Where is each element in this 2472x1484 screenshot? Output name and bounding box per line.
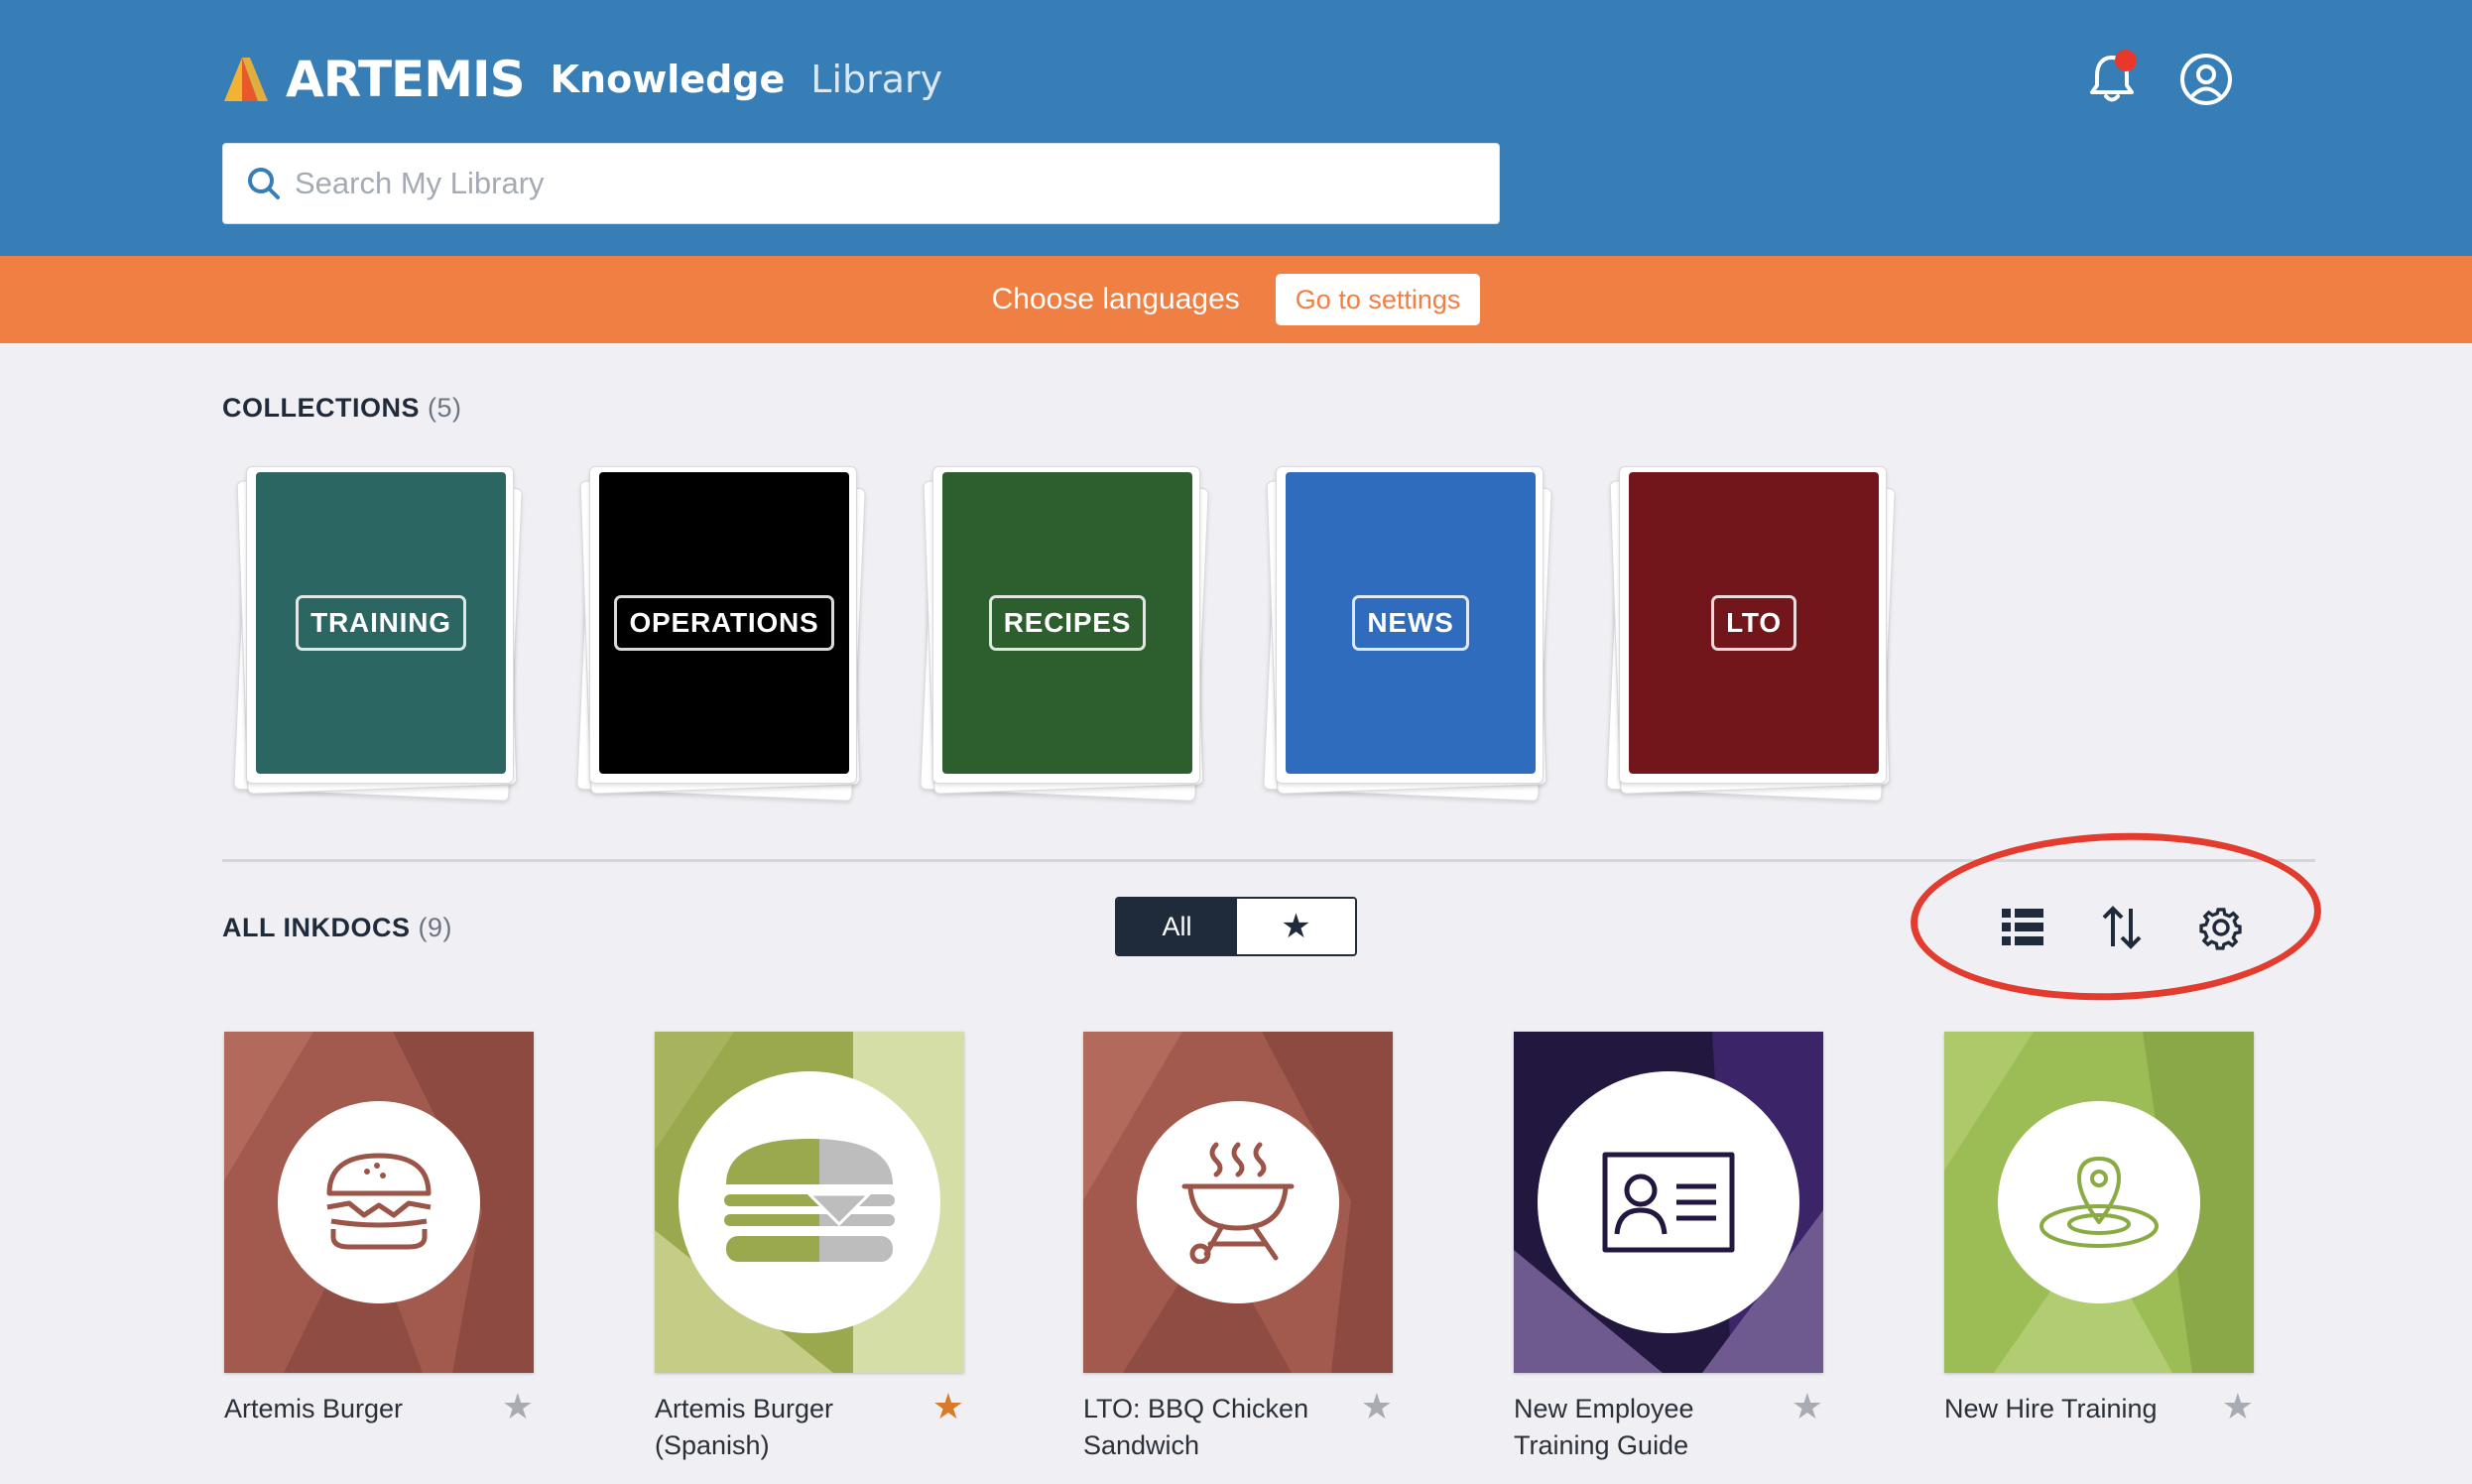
inkdocs-heading: ALL INKDOCS (9) — [222, 913, 452, 943]
app-subtitle: Library — [810, 58, 943, 101]
go-to-settings-button[interactable]: Go to settings — [1275, 274, 1481, 325]
collection-cover: TRAINING — [256, 472, 506, 774]
collection-card-lto[interactable]: LTO — [1601, 462, 1899, 802]
notification-badge — [2115, 50, 2137, 71]
collection-cover: NEWS — [1286, 472, 1536, 774]
collections-heading-label: COLLECTIONS — [222, 393, 420, 423]
location-pin-icon — [2039, 1157, 2159, 1248]
favorite-star-icon[interactable]: ★ — [2222, 1389, 2254, 1424]
highlight-annotation-ellipse — [1908, 825, 2324, 1008]
icon-circle — [679, 1071, 940, 1333]
collections-count: (5) — [428, 393, 462, 423]
star-icon: ★ — [1281, 908, 1311, 945]
inkdocs-count: (9) — [418, 913, 453, 942]
banner-text: Choose languages — [991, 283, 1240, 315]
inkdoc-thumbnail — [1083, 1032, 1393, 1373]
collection-label: OPERATIONS — [614, 595, 834, 651]
logo[interactable]: ARTEMIS Knowledge Library — [220, 51, 943, 108]
burger-icon — [724, 1139, 895, 1262]
collection-label: TRAINING — [296, 595, 466, 651]
collection-card-operations[interactable]: OPERATIONS — [571, 462, 869, 802]
app-name: Knowledge — [550, 58, 786, 101]
inkdoc-thumbnail — [1514, 1032, 1823, 1373]
burger-icon — [326, 1153, 432, 1250]
search-icon — [248, 168, 280, 199]
favorite-star-icon[interactable]: ★ — [932, 1389, 964, 1424]
icon-circle — [1538, 1071, 1799, 1333]
inkdoc-card-artemis-burger[interactable]: Artemis Burger ★ — [224, 1032, 534, 1424]
inkdoc-card-artemis-burger-spanish[interactable]: Artemis Burger (Spanish) ★ — [655, 1032, 964, 1460]
inkdoc-thumbnail — [1944, 1032, 2254, 1373]
app-header: ARTEMIS Knowledge Library — [0, 0, 2472, 256]
inkdoc-card-new-hire-training[interactable]: New Hire Training ★ — [1944, 1032, 2254, 1424]
collection-cover: RECIPES — [942, 472, 1192, 774]
collection-card-recipes[interactable]: RECIPES — [915, 462, 1212, 802]
user-account-icon[interactable] — [2178, 52, 2234, 107]
inkdoc-card-new-employee-training-guide[interactable]: New Employee Training Guide ★ — [1514, 1032, 1823, 1460]
filter-favorites-button[interactable]: ★ — [1237, 899, 1355, 954]
search-input[interactable] — [295, 166, 1465, 201]
filter-all-button[interactable]: All — [1117, 899, 1237, 954]
collection-card-news[interactable]: NEWS — [1258, 462, 1555, 802]
inkdoc-card-bbq-chicken-sandwich[interactable]: LTO: BBQ Chicken Sandwich ★ — [1083, 1032, 1393, 1460]
inkdoc-title: New Employee Training Guide — [1514, 1394, 1694, 1460]
favorite-star-icon[interactable]: ★ — [502, 1389, 534, 1424]
inkdoc-title: Artemis Burger (Spanish) — [655, 1394, 834, 1460]
icon-circle — [1998, 1101, 2200, 1303]
inkdoc-title: LTO: BBQ Chicken Sandwich — [1083, 1394, 1309, 1460]
inkdoc-thumbnail — [224, 1032, 534, 1373]
grill-icon — [1181, 1142, 1295, 1264]
collection-cover: OPERATIONS — [599, 472, 849, 774]
favorite-star-icon[interactable]: ★ — [1361, 1389, 1393, 1424]
icon-circle — [1137, 1101, 1339, 1303]
inkdoc-title: Artemis Burger — [224, 1394, 404, 1423]
icon-circle — [278, 1101, 480, 1303]
inkdoc-title: New Hire Training — [1944, 1394, 2158, 1423]
artemis-logo-icon — [224, 58, 268, 101]
filter-toggle: All ★ — [1115, 897, 1357, 956]
collection-label: RECIPES — [988, 595, 1147, 651]
language-banner: Choose languages Go to settings — [0, 256, 2472, 343]
search-bar — [222, 143, 1500, 224]
inkdocs-heading-label: ALL INKDOCS — [222, 913, 411, 942]
collection-label: NEWS — [1352, 595, 1469, 651]
collection-cover: LTO — [1629, 472, 1879, 774]
collections-heading: COLLECTIONS (5) — [222, 393, 462, 424]
collection-card-training[interactable]: TRAINING — [228, 462, 526, 802]
brand-name: ARTEMIS — [286, 51, 526, 108]
collection-label: LTO — [1711, 595, 1796, 651]
favorite-star-icon[interactable]: ★ — [1792, 1389, 1823, 1424]
inkdoc-thumbnail — [655, 1032, 964, 1373]
id-card-icon — [1602, 1152, 1735, 1253]
